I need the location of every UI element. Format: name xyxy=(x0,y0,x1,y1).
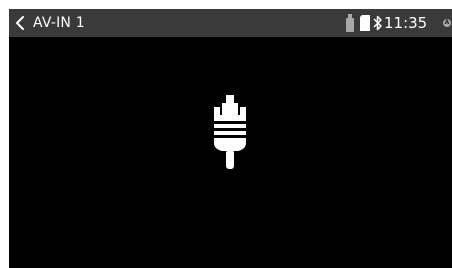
sd-card-icon xyxy=(360,15,370,31)
a-badge-letter: A xyxy=(444,19,450,26)
status-bar: AV-IN 1 11:35 A xyxy=(9,9,452,37)
av-plug-icon xyxy=(212,93,248,169)
av-in-screen: AV-IN 1 11:35 A xyxy=(9,9,452,268)
usb-drive-icon xyxy=(346,14,354,32)
a-badge-icon: A xyxy=(443,19,451,27)
clock: 11:35 xyxy=(384,14,428,32)
source-title: AV-IN 1 xyxy=(33,15,85,31)
back-button[interactable] xyxy=(13,13,29,33)
chevron-left-icon xyxy=(16,16,24,30)
bluetooth-icon xyxy=(373,15,382,31)
